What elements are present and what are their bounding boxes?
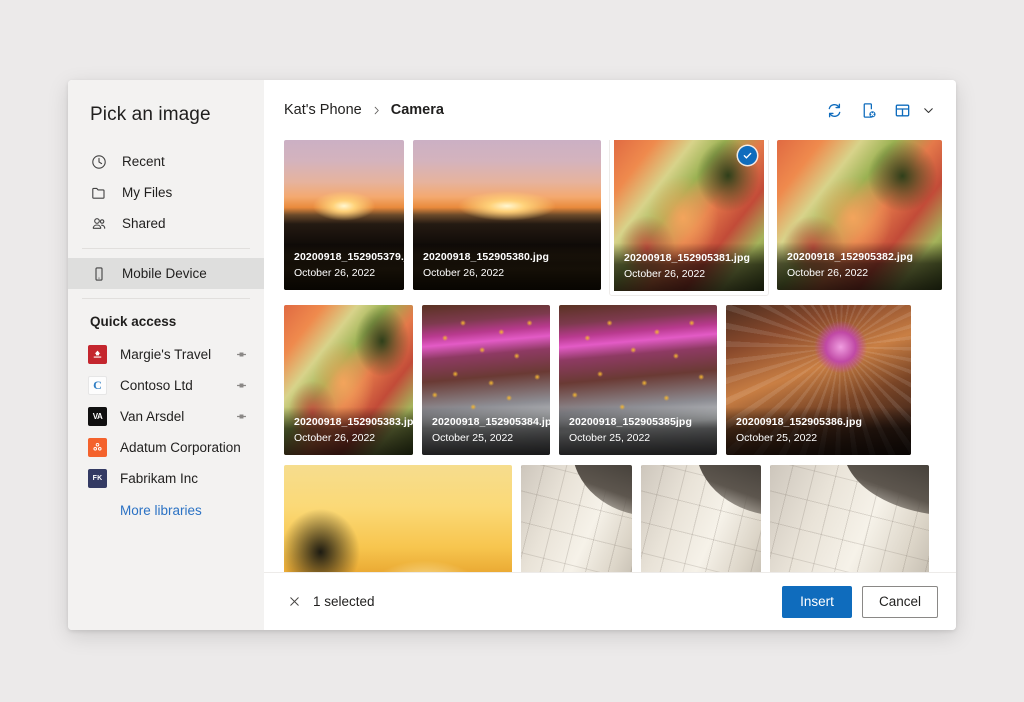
- contoso-logo-icon: C: [88, 376, 107, 395]
- footer-bar: 1 selected Insert Cancel: [264, 572, 956, 630]
- van-arsdel-logo-icon: VA: [88, 407, 107, 426]
- sidebar-divider-top: [82, 248, 250, 249]
- layout-view-icon[interactable]: [888, 96, 916, 124]
- sidebar-divider-bottom: [82, 298, 250, 299]
- quick-access-label: Fabrikam Inc: [120, 471, 248, 486]
- image-tile[interactable]: 20200918_152905380.jpg October 26, 2022: [413, 140, 601, 290]
- sidebar-item-label: Recent: [122, 154, 165, 169]
- sidebar-item-recent[interactable]: Recent: [68, 146, 264, 177]
- thumbnail-image: [777, 140, 942, 290]
- sidebar-item-shared[interactable]: Shared: [68, 208, 264, 239]
- page-title: Pick an image: [68, 96, 264, 126]
- thumbnail-image: [521, 465, 632, 572]
- image-tile[interactable]: 20200918_152905386.jpg October 25, 2022: [726, 305, 911, 455]
- quick-access-item-adatum-corporation[interactable]: Adatum Corporation: [68, 432, 264, 463]
- clock-icon: [90, 153, 108, 171]
- device-disconnect-icon[interactable]: [854, 96, 882, 124]
- quick-access-item-contoso-ltd[interactable]: C Contoso Ltd: [68, 370, 264, 401]
- fabrikam-logo-icon: FK: [88, 469, 107, 488]
- image-tile[interactable]: 20200918_152905384.jpg October 25, 2022: [422, 305, 550, 455]
- breadcrumb-item-current: Camera: [391, 102, 444, 118]
- sidebar-item-label: My Files: [122, 185, 172, 200]
- breadcrumb-item-root[interactable]: Kat's Phone: [284, 102, 362, 118]
- clear-selection-icon[interactable]: [284, 592, 304, 612]
- phone-icon: [90, 265, 108, 283]
- quick-access-label: Contoso Ltd: [120, 378, 235, 393]
- quick-access-heading: Quick access: [68, 308, 264, 333]
- image-tile[interactable]: 20200918_152905379.jpg October 26, 2022: [284, 140, 404, 290]
- image-tile[interactable]: 20200918_152905385jpg October 25, 2022: [559, 305, 717, 455]
- breadcrumb: Kat's Phone Camera: [284, 102, 444, 118]
- selection-count: 1 selected: [313, 594, 375, 609]
- image-tile[interactable]: 20200918_152905383.jpg October 26, 2022: [284, 305, 413, 455]
- sidebar-item-mobile-device[interactable]: Mobile Device: [68, 258, 264, 289]
- main-pane: Kat's Phone Camera: [264, 80, 956, 630]
- toolbar: Kat's Phone Camera: [264, 80, 956, 140]
- adatum-logo-icon: [88, 438, 107, 457]
- quick-access-label: Margie's Travel: [120, 347, 235, 362]
- pin-icon[interactable]: [235, 410, 248, 423]
- sync-icon[interactable]: [820, 96, 848, 124]
- cancel-button[interactable]: Cancel: [862, 586, 938, 618]
- image-tile-selected[interactable]: 20200918_152905381.jpg October 26, 2022: [610, 140, 768, 295]
- chevron-down-icon[interactable]: [918, 96, 938, 124]
- image-picker-dialog: Pick an image Recent My Files: [68, 80, 956, 630]
- selected-check-icon[interactable]: [738, 146, 757, 165]
- image-tile[interactable]: [641, 465, 761, 572]
- thumbnail-image: [284, 305, 413, 455]
- thumbnail-image: [726, 305, 911, 455]
- thumbnail-image: [641, 465, 761, 572]
- sidebar-item-my-files[interactable]: My Files: [68, 177, 264, 208]
- chevron-right-icon: [371, 105, 382, 116]
- image-tile[interactable]: [770, 465, 929, 572]
- more-libraries-link[interactable]: More libraries: [68, 503, 202, 518]
- image-tile[interactable]: [521, 465, 632, 572]
- image-tile[interactable]: [284, 465, 512, 572]
- margies-travel-logo-icon: [88, 345, 107, 364]
- quick-access-label: Adatum Corporation: [120, 440, 248, 455]
- grid-row: [284, 465, 940, 572]
- image-grid: 20200918_152905379.jpg October 26, 2022 …: [264, 140, 956, 572]
- thumbnail-image: [284, 465, 512, 572]
- sidebar-item-label: Mobile Device: [122, 266, 207, 281]
- grid-row: 20200918_152905379.jpg October 26, 2022 …: [284, 140, 940, 295]
- sidebar-item-label: Shared: [122, 216, 166, 231]
- quick-access-item-margies-travel[interactable]: Margie's Travel: [68, 339, 264, 370]
- sidebar: Pick an image Recent My Files: [68, 80, 264, 630]
- quick-access-item-van-arsdel[interactable]: VA Van Arsdel: [68, 401, 264, 432]
- thumbnail-image: [559, 305, 717, 455]
- pin-icon[interactable]: [235, 348, 248, 361]
- thumbnail-image: [422, 305, 550, 455]
- quick-access-label: Van Arsdel: [120, 409, 235, 424]
- people-icon: [90, 215, 108, 233]
- folder-icon: [90, 184, 108, 202]
- grid-row: 20200918_152905383.jpg October 26, 2022 …: [284, 305, 940, 455]
- pin-icon[interactable]: [235, 379, 248, 392]
- insert-button[interactable]: Insert: [782, 586, 852, 618]
- thumbnail-image: [284, 140, 404, 290]
- thumbnail-image: [770, 465, 929, 572]
- thumbnail-image: [413, 140, 601, 290]
- quick-access-item-fabrikam-inc[interactable]: FK Fabrikam Inc: [68, 463, 264, 494]
- image-tile[interactable]: 20200918_152905382.jpg October 26, 2022: [777, 140, 942, 290]
